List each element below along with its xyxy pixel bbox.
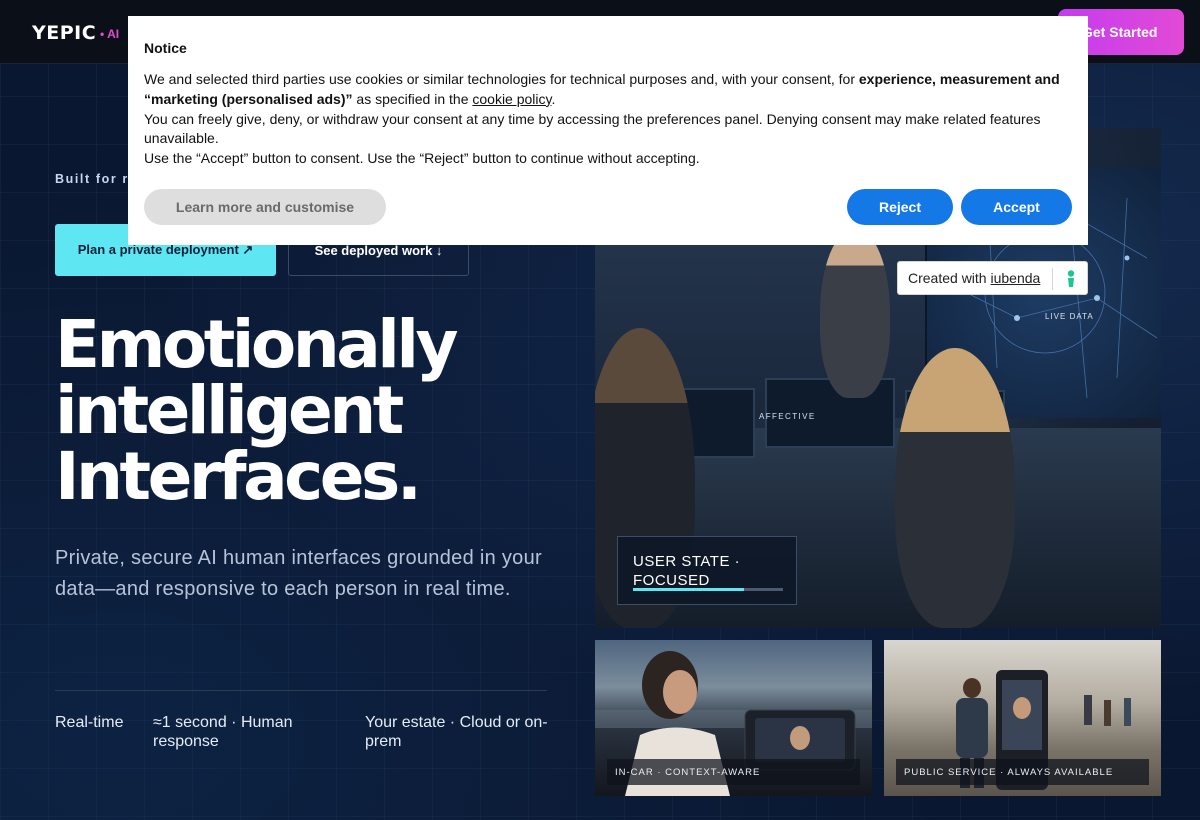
- logo-tag: • AI: [100, 27, 120, 41]
- learn-more-button[interactable]: Learn more and customise: [144, 189, 386, 225]
- badge-prefix: Created with: [908, 270, 991, 286]
- notice-paragraph: Use the “Accept” button to consent. Use …: [144, 150, 700, 167]
- notice-paragraph: We and selected third parties use cookie…: [144, 70, 1074, 110]
- accept-button[interactable]: Accept: [961, 189, 1072, 225]
- headline-line: Interfaces.: [55, 438, 422, 515]
- reject-button[interactable]: Reject: [847, 189, 953, 225]
- hero-subhead: Private, secure AI human interfaces grou…: [55, 547, 542, 600]
- in-car-tile[interactable]: IN-CAR · CONTEXT-AWARE: [595, 640, 872, 796]
- user-state-text: USER STATE · FOCUSED: [633, 553, 741, 589]
- notice-title: Notice: [144, 40, 187, 56]
- stat-realtime: Real-time: [55, 714, 124, 731]
- notice-body: We and selected third parties use cookie…: [144, 70, 1074, 169]
- headline-line: Emotionally: [55, 306, 459, 383]
- badge-divider: [1052, 268, 1053, 290]
- badge-text: Created with iubenda: [908, 270, 1040, 286]
- presenter-figure: [820, 228, 890, 398]
- notice-text: We and selected third parties use cookie…: [144, 71, 859, 87]
- headline-line: intelligent: [55, 372, 404, 449]
- affective-label: AFFECTIVE: [759, 412, 816, 421]
- user-state-progress-fill: [633, 588, 744, 591]
- hero-eyebrow: Built for re: [55, 172, 138, 186]
- notice-text: as specified in the: [352, 90, 473, 107]
- user-state-progress: [633, 588, 783, 591]
- notice-paragraph: You can freely give, deny, or withdraw y…: [144, 110, 1041, 147]
- brand-logo[interactable]: YEPIC: [32, 22, 96, 44]
- live-data-label: LIVE DATA: [1045, 312, 1094, 321]
- user-state-card: USER STATE · FOCUSED: [617, 536, 797, 605]
- iubenda-badge[interactable]: Created with iubenda: [897, 261, 1088, 295]
- stat-response: ≈1 second · Human response: [153, 714, 293, 750]
- notice-text: .: [551, 90, 556, 107]
- hero-headline: Emotionally intelligent Interfaces.: [55, 312, 575, 510]
- stat-estate: Your estate · Cloud or on-prem: [365, 714, 548, 750]
- tile-caption: IN-CAR · CONTEXT-AWARE: [607, 759, 860, 785]
- tile-caption: PUBLIC SERVICE · ALWAYS AVAILABLE: [896, 759, 1149, 785]
- public-service-tile[interactable]: PUBLIC SERVICE · ALWAYS AVAILABLE: [884, 640, 1161, 796]
- stats-divider: [55, 690, 547, 691]
- iubenda-logo-icon: [1067, 270, 1075, 287]
- iubenda-link[interactable]: iubenda: [990, 270, 1040, 286]
- cookie-notice: Notice We and selected third parties use…: [128, 16, 1088, 245]
- cookie-policy-link[interactable]: cookie policy: [472, 91, 551, 107]
- seated-person-figure: [895, 348, 1015, 628]
